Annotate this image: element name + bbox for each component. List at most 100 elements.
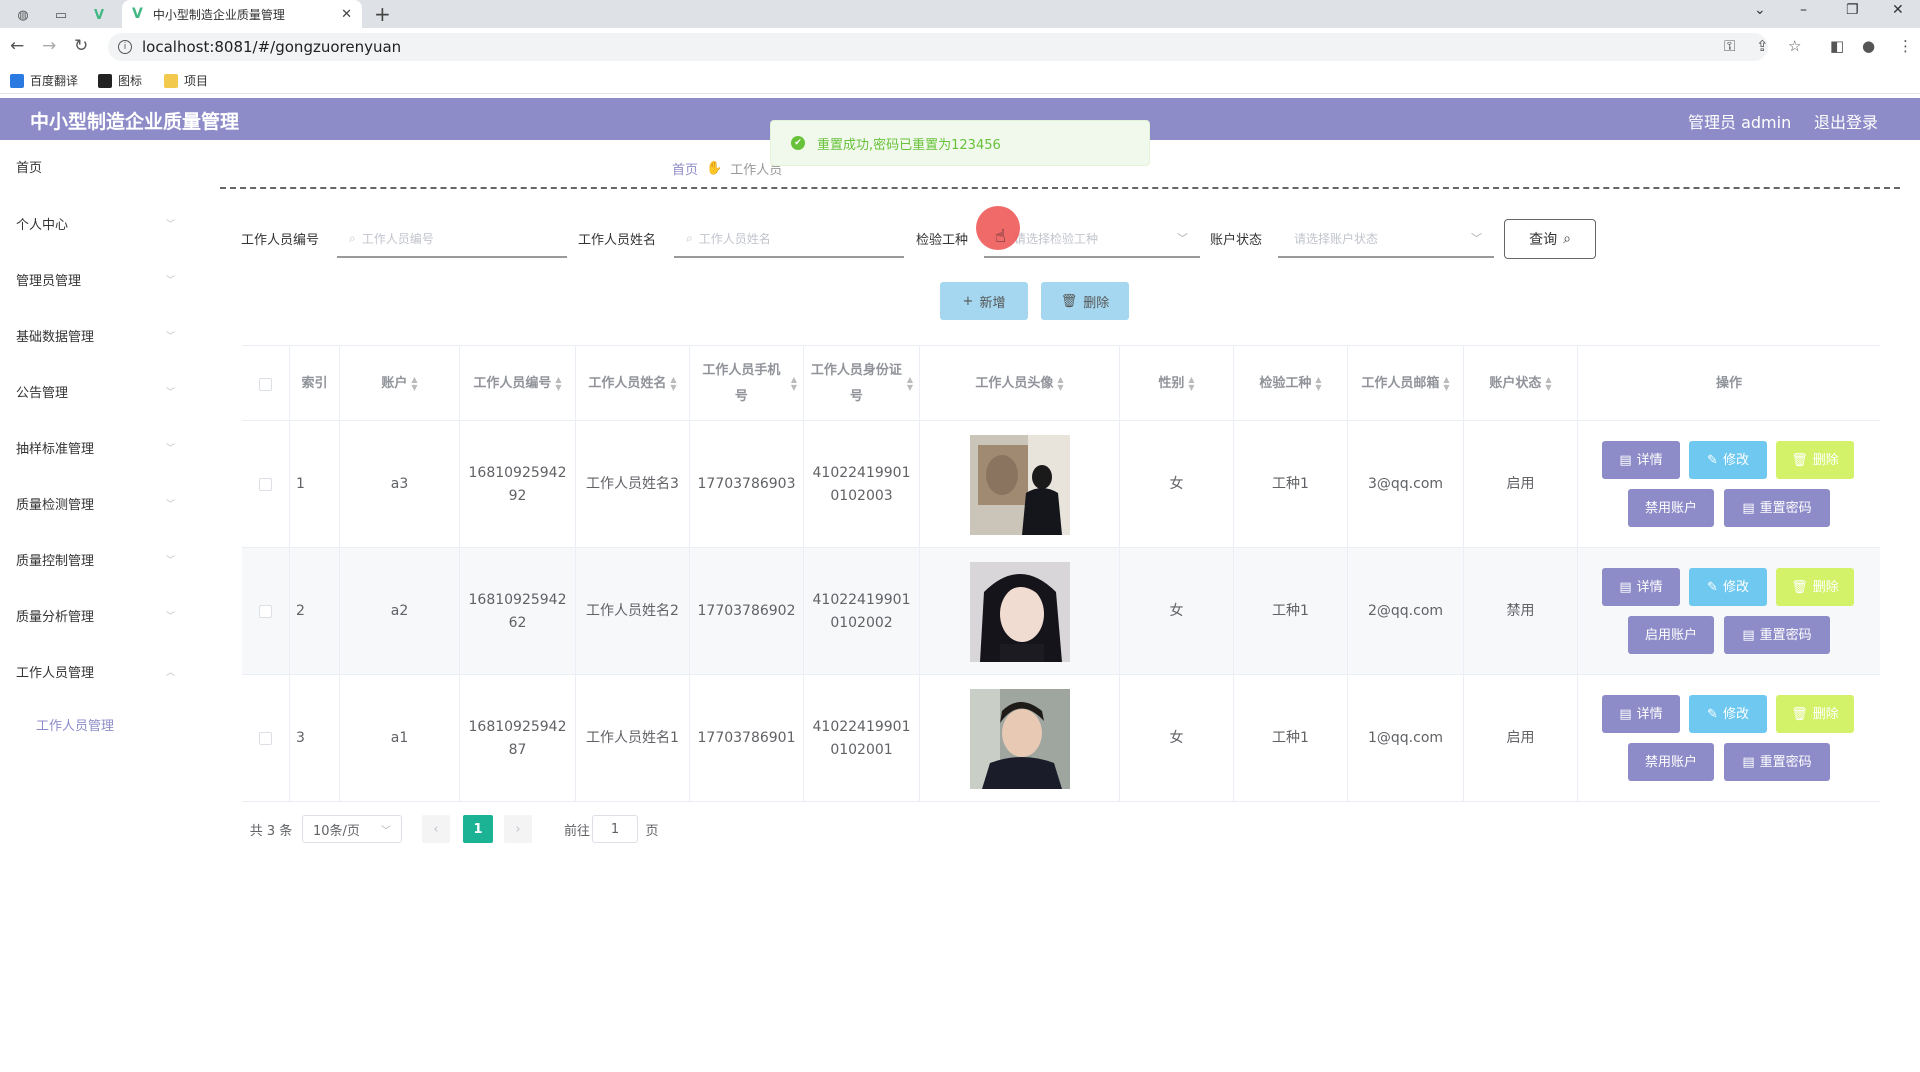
sort-icon[interactable]: ▲ ▼ <box>1188 376 1194 392</box>
staff-name-input[interactable]: ⌕ 工作人员姓名 <box>674 220 904 258</box>
sort-icon[interactable]: ▲ ▼ <box>907 376 913 392</box>
sort-icon[interactable]: ▲ ▼ <box>1315 376 1321 392</box>
sidebar-item-analysis[interactable]: 质量分析管理 ﹀ <box>0 595 190 635</box>
sort-icon[interactable]: ▲ ▼ <box>791 376 797 392</box>
staff-avatar-image[interactable] <box>969 561 1070 662</box>
staff-no-input[interactable]: ⌕ 工作人员编号 <box>337 220 567 258</box>
reset-password-button[interactable]: ▤ 重置密码 <box>1724 743 1830 781</box>
header-gender[interactable]: 性别 ▲ ▼ <box>1120 346 1234 422</box>
staff-avatar-image[interactable] <box>969 688 1070 789</box>
cell-type: 工种1 <box>1234 675 1348 802</box>
header-status[interactable]: 账户状态 ▲ ▼ <box>1464 346 1578 422</box>
reset-password-button[interactable]: ▤ 重置密码 <box>1724 616 1830 654</box>
sidebar-item-admin[interactable]: 管理员管理 ﹀ <box>0 259 190 299</box>
header-staff-name[interactable]: 工作人员姓名 ▲ ▼ <box>576 346 690 422</box>
close-window-icon[interactable]: ✕ <box>1892 2 1904 18</box>
sidebar-item-home[interactable]: 首页 <box>0 146 190 186</box>
header-phone[interactable]: 工作人员手机号 ▲ ▼ <box>690 346 804 422</box>
key-icon[interactable]: ⚿ <box>1724 37 1735 55</box>
site-info-icon[interactable]: i <box>118 40 132 54</box>
sidebar-item-personal[interactable]: 个人中心 ﹀ <box>0 203 190 243</box>
sidebar-item-inspection[interactable]: 质量检测管理 ﹀ <box>0 483 190 523</box>
sort-icon[interactable]: ▲ ▼ <box>1057 376 1063 392</box>
header-staff-no[interactable]: 工作人员编号 ▲ ▼ <box>460 346 576 422</box>
tab-search-icon[interactable]: ⌄ <box>1754 2 1766 18</box>
close-tab-icon[interactable]: ✕ <box>341 7 352 22</box>
query-button[interactable]: 查询 ⌕ <box>1504 219 1596 259</box>
header-type[interactable]: 检验工种 ▲ ▼ <box>1234 346 1348 422</box>
sidebar-item-basic-data[interactable]: 基础数据管理 ﹀ <box>0 315 190 355</box>
header-index: 索引 <box>290 346 340 422</box>
sidebar-item-sampling[interactable]: 抽样标准管理 ﹀ <box>0 427 190 467</box>
star-icon[interactable]: ☆ <box>1788 37 1801 55</box>
batch-delete-button[interactable]: 🗑 删除 <box>1041 282 1129 320</box>
toggle-account-button[interactable]: 禁用账户 <box>1628 489 1714 527</box>
staff-avatar-image[interactable] <box>969 434 1070 535</box>
back-icon[interactable]: ← <box>10 36 24 56</box>
restore-icon[interactable]: ❐ <box>1846 2 1859 18</box>
cell-id-card: 410224199010102002 <box>804 548 920 675</box>
bookmark-item[interactable]: 百度翻译 <box>10 72 78 89</box>
sort-icon[interactable]: ▲ ▼ <box>555 376 561 392</box>
bookmark-item[interactable]: 图标 <box>98 72 142 89</box>
header-email[interactable]: 工作人员邮箱 ▲ ▼ <box>1348 346 1464 422</box>
forward-icon[interactable]: → <box>42 36 56 56</box>
detail-button[interactable]: ▤ 详情 <box>1602 441 1680 479</box>
header-account[interactable]: 账户 ▲ ▼ <box>340 346 460 422</box>
page-size-select[interactable]: 10条/页 ﹀ <box>302 815 402 843</box>
status-select[interactable]: 请选择账户状态 ﹀ <box>1278 220 1494 258</box>
bookmark-folder[interactable]: 项目 <box>164 72 208 89</box>
table-row: 3 a1 1681092594287 工作人员姓名1 17703786901 4… <box>242 675 1880 802</box>
reload-icon[interactable]: ↻ <box>74 36 88 56</box>
profile-icon[interactable]: ● <box>1862 37 1875 55</box>
minimize-icon[interactable]: – <box>1800 2 1807 18</box>
chevron-up-icon: ︿ <box>166 667 176 678</box>
select-all-checkbox[interactable] <box>259 377 272 391</box>
add-button[interactable]: + 新增 <box>940 282 1028 320</box>
sidebar-subitem-staff[interactable]: 工作人员管理 <box>36 715 114 734</box>
delete-button[interactable]: 🗑 删除 <box>1776 568 1854 606</box>
edit-button[interactable]: ✎ 修改 <box>1689 441 1767 479</box>
reset-password-button[interactable]: ▤ 重置密码 <box>1724 489 1830 527</box>
row-checkbox[interactable] <box>259 478 272 491</box>
row-checkbox[interactable] <box>259 732 272 745</box>
sort-icon[interactable]: ▲ ▼ <box>1545 376 1551 392</box>
menu-dots-icon[interactable]: ⋮ <box>1898 37 1913 55</box>
next-page-button[interactable]: › <box>504 815 532 843</box>
edit-button[interactable]: ✎ 修改 <box>1689 695 1767 733</box>
sidepanel-icon[interactable]: ◧ <box>1830 37 1844 55</box>
new-tab-button[interactable]: + <box>374 2 391 26</box>
header-avatar[interactable]: 工作人员头像 ▲ ▼ <box>920 346 1120 422</box>
prev-page-button[interactable]: ‹ <box>422 815 450 843</box>
goto-page-input[interactable]: 1 <box>592 815 638 843</box>
sort-icon[interactable]: ▲ ▼ <box>411 376 417 392</box>
blank-tab-icon[interactable]: ▭ <box>46 4 76 26</box>
cell-email: 2@qq.com <box>1348 548 1464 675</box>
globe-icon[interactable]: ◍ <box>8 4 38 26</box>
sidebar-item-staff[interactable]: 工作人员管理 ︿ <box>0 651 190 691</box>
sidebar-item-control[interactable]: 质量控制管理 ﹀ <box>0 539 190 579</box>
sort-icon[interactable]: ▲ ▼ <box>1443 376 1449 392</box>
toggle-account-button[interactable]: 禁用账户 <box>1628 743 1714 781</box>
share-icon[interactable]: ⇪ <box>1756 37 1769 55</box>
edit-button[interactable]: ✎ 修改 <box>1689 568 1767 606</box>
sidebar-item-notice[interactable]: 公告管理 ﹀ <box>0 371 190 411</box>
vue-tab-icon[interactable]: V <box>84 4 114 26</box>
row-checkbox[interactable] <box>259 605 272 618</box>
sort-icon[interactable]: ▲ ▼ <box>670 376 676 392</box>
detail-button[interactable]: ▤ 详情 <box>1602 568 1680 606</box>
folder-icon <box>164 73 178 88</box>
chevron-down-icon: ﹀ <box>166 443 176 454</box>
chevron-down-icon: ﹀ <box>166 499 176 510</box>
breadcrumb-home[interactable]: 首页 <box>672 159 698 178</box>
delete-button[interactable]: 🗑 删除 <box>1776 695 1854 733</box>
detail-button[interactable]: ▤ 详情 <box>1602 695 1680 733</box>
page-button-current[interactable]: 1 <box>463 815 493 843</box>
url-input[interactable]: i localhost:8081/#/gongzuorenyuan <box>108 33 1768 61</box>
logout-link[interactable]: 退出登录 <box>1814 109 1878 133</box>
header-id-card[interactable]: 工作人员身份证号 ▲ ▼ <box>804 346 920 422</box>
delete-button[interactable]: 🗑 删除 <box>1776 441 1854 479</box>
cell-index: 2 <box>290 548 340 675</box>
active-tab[interactable]: V 中小型制造企业质量管理 ✕ <box>122 0 362 28</box>
toggle-account-button[interactable]: 启用账户 <box>1628 616 1714 654</box>
